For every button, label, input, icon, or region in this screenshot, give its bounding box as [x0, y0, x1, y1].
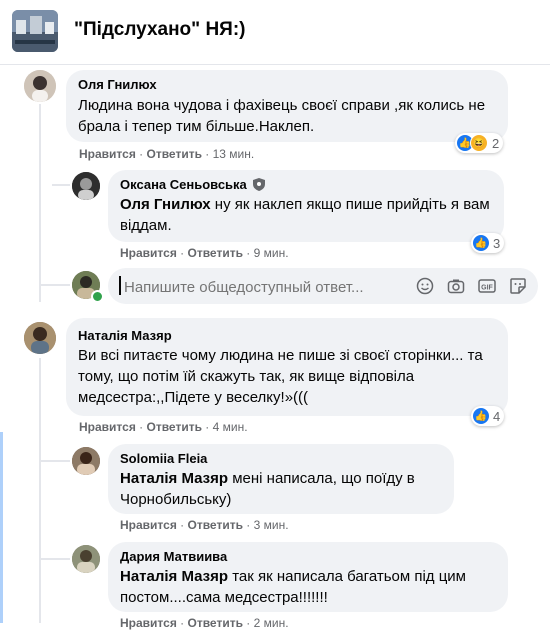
reaction-count: 4 [493, 408, 501, 424]
avatar[interactable] [24, 70, 56, 102]
reply-link[interactable]: Ответить [188, 246, 243, 260]
comment-author[interactable]: Оля Гнилюх [78, 77, 157, 92]
thread-connector [40, 558, 70, 560]
emoji-icon[interactable] [416, 277, 434, 295]
shield-badge-icon [253, 178, 266, 194]
comment-actions: Нравится · Ответить · 13 мин. [79, 147, 255, 161]
thread-connector [40, 284, 70, 286]
comment-time[interactable]: 3 мин. [254, 518, 289, 532]
reaction-count: 2 [492, 135, 500, 151]
like-reaction-icon: 👍 [473, 408, 489, 424]
sticker-icon[interactable] [509, 277, 527, 295]
reply-link[interactable]: Ответить [188, 518, 243, 532]
comment-time[interactable]: 4 мин. [213, 420, 248, 434]
comment-time[interactable]: 13 мин. [213, 147, 255, 161]
text-cursor [119, 276, 121, 295]
mention-link[interactable]: Наталія Мазяр [120, 470, 228, 487]
comment-text: Наталія Мазяр так як написала багатьом п… [120, 568, 466, 606]
reaction-summary[interactable]: 👍 3 [471, 233, 505, 253]
comment-author[interactable]: Наталія Мазяр [78, 328, 172, 343]
comment-actions: Нравится · Ответить · 4 мин. [79, 420, 248, 434]
reaction-summary[interactable]: 👍 😆 2 [455, 133, 504, 153]
thread-highlight [0, 432, 3, 623]
avatar[interactable] [72, 447, 100, 475]
online-status-dot [91, 290, 104, 303]
comment-text: Оля Гнилюх ну як наклеп якщо пише прийді… [120, 196, 490, 234]
thread-line [39, 104, 41, 302]
comment-author[interactable]: Дария Матвиива [120, 549, 227, 564]
like-link[interactable]: Нравится [120, 616, 177, 630]
like-link[interactable]: Нравится [120, 518, 177, 532]
like-link[interactable]: Нравится [120, 246, 177, 260]
camera-icon[interactable] [447, 277, 465, 295]
comment-actions: Нравится · Ответить · 2 мин. [120, 616, 289, 630]
like-link[interactable]: Нравится [79, 147, 136, 161]
comment-actions: Нравится · Ответить · 3 мин. [120, 518, 289, 532]
mention-link[interactable]: Наталія Мазяр [120, 568, 228, 585]
comment-author[interactable]: Solomiia Fleia [120, 451, 207, 466]
reaction-summary[interactable]: 👍 4 [471, 406, 505, 426]
svg-text:GIF: GIF [481, 284, 493, 291]
mention-link[interactable]: Оля Гнилюх [120, 196, 211, 213]
avatar[interactable] [24, 322, 56, 354]
reply-link[interactable]: Ответить [147, 420, 202, 434]
thread-connector [52, 184, 70, 186]
like-reaction-icon: 👍 [473, 235, 489, 251]
avatar[interactable] [72, 172, 100, 200]
comment-time[interactable]: 9 мин. [254, 246, 289, 260]
comment-author[interactable]: Оксана Сеньовська [120, 177, 266, 194]
comment-text: Ви всі питаєте чому людина не пише зі св… [78, 347, 483, 406]
thread-connector [40, 460, 70, 462]
reply-link[interactable]: Ответить [188, 616, 243, 630]
reaction-count: 3 [493, 235, 501, 251]
reply-link[interactable]: Ответить [147, 147, 202, 161]
comment-text: Наталія Мазяр мені написала, що поїду в … [120, 470, 415, 508]
comment-time[interactable]: 2 мин. [254, 616, 289, 630]
like-link[interactable]: Нравится [79, 420, 136, 434]
comment-text: Людина вона чудова і фахівець своєї спра… [78, 97, 486, 135]
haha-reaction-icon: 😆 [470, 134, 488, 152]
comment-actions: Нравится · Ответить · 9 мин. [120, 246, 289, 260]
avatar[interactable] [72, 545, 100, 573]
gif-icon[interactable]: GIF [478, 277, 496, 295]
thread-line [39, 358, 41, 623]
group-title[interactable]: "Підслухано" НЯ:) [74, 19, 245, 41]
reply-input[interactable] [122, 274, 396, 300]
group-cover-thumbnail[interactable] [12, 10, 58, 52]
